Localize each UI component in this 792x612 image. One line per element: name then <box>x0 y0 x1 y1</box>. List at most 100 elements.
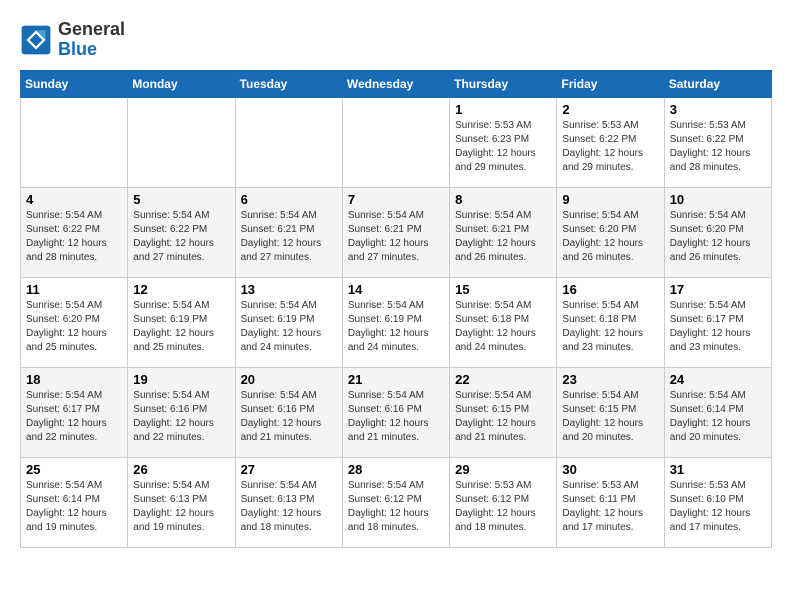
day-number: 12 <box>133 282 229 297</box>
weekday-header: Tuesday <box>235 70 342 97</box>
day-info: Sunrise: 5:54 AM Sunset: 6:17 PM Dayligh… <box>670 299 766 355</box>
day-info: Sunrise: 5:53 AM Sunset: 6:12 PM Dayligh… <box>455 479 551 535</box>
day-info: Sunrise: 5:54 AM Sunset: 6:19 PM Dayligh… <box>241 299 337 355</box>
calendar-cell: 26 Sunrise: 5:54 AM Sunset: 6:13 PM Dayli… <box>128 457 235 547</box>
day-number: 6 <box>241 192 337 207</box>
weekday-header: Monday <box>128 70 235 97</box>
calendar-cell <box>235 97 342 187</box>
day-number: 14 <box>348 282 444 297</box>
calendar-cell: 1Sunrise: 5:53 AM Sunset: 6:23 PM Daylig… <box>450 97 557 187</box>
day-info: Sunrise: 5:54 AM Sunset: 6:20 PM Dayligh… <box>562 209 658 265</box>
day-info: Sunrise: 5:54 AM Sunset: 6:19 PM Dayligh… <box>348 299 444 355</box>
day-info: Sunrise: 5:53 AM Sunset: 6:10 PM Dayligh… <box>670 479 766 535</box>
day-info: Sunrise: 5:54 AM Sunset: 6:22 PM Dayligh… <box>133 209 229 265</box>
day-info: Sunrise: 5:53 AM Sunset: 6:22 PM Dayligh… <box>562 119 658 175</box>
calendar-cell: 13 Sunrise: 5:54 AM Sunset: 6:19 PM Dayli… <box>235 277 342 367</box>
calendar-cell: 24Sunrise: 5:54 AM Sunset: 6:14 PM Dayli… <box>664 367 771 457</box>
day-number: 18 <box>26 372 122 387</box>
calendar-cell: 5Sunrise: 5:54 AM Sunset: 6:22 PM Daylig… <box>128 187 235 277</box>
day-number: 15 <box>455 282 551 297</box>
calendar-cell: 27 Sunrise: 5:54 AM Sunset: 6:13 PM Dayli… <box>235 457 342 547</box>
day-info: Sunrise: 5:54 AM Sunset: 6:13 PM Dayligh… <box>133 479 229 535</box>
day-info: Sunrise: 5:54 AM Sunset: 6:14 PM Dayligh… <box>26 479 122 535</box>
calendar-cell: 17 Sunrise: 5:54 AM Sunset: 6:17 PM Dayli… <box>664 277 771 367</box>
day-number: 22 <box>455 372 551 387</box>
calendar-week-row: 18 Sunrise: 5:54 AM Sunset: 6:17 PM Dayli… <box>21 367 772 457</box>
calendar-cell: 31 Sunrise: 5:53 AM Sunset: 6:10 PM Dayli… <box>664 457 771 547</box>
day-info: Sunrise: 5:53 AM Sunset: 6:22 PM Dayligh… <box>670 119 766 175</box>
day-info: Sunrise: 5:54 AM Sunset: 6:21 PM Dayligh… <box>241 209 337 265</box>
page-header: General Blue <box>20 20 772 60</box>
day-number: 29 <box>455 462 551 477</box>
calendar-cell: 12Sunrise: 5:54 AM Sunset: 6:19 PM Dayli… <box>128 277 235 367</box>
weekday-header: Friday <box>557 70 664 97</box>
day-info: Sunrise: 5:54 AM Sunset: 6:16 PM Dayligh… <box>133 389 229 445</box>
calendar-cell: 18 Sunrise: 5:54 AM Sunset: 6:17 PM Dayli… <box>21 367 128 457</box>
calendar-cell: 8 Sunrise: 5:54 AM Sunset: 6:21 PM Daylig… <box>450 187 557 277</box>
day-number: 25 <box>26 462 122 477</box>
calendar-cell: 4 Sunrise: 5:54 AM Sunset: 6:22 PM Daylig… <box>21 187 128 277</box>
day-number: 21 <box>348 372 444 387</box>
day-number: 27 <box>241 462 337 477</box>
day-info: Sunrise: 5:54 AM Sunset: 6:20 PM Dayligh… <box>670 209 766 265</box>
day-info: Sunrise: 5:54 AM Sunset: 6:12 PM Dayligh… <box>348 479 444 535</box>
day-number: 1 <box>455 102 551 117</box>
day-info: Sunrise: 5:54 AM Sunset: 6:20 PM Dayligh… <box>26 299 122 355</box>
calendar-cell: 2 Sunrise: 5:53 AM Sunset: 6:22 PM Daylig… <box>557 97 664 187</box>
logo-icon <box>20 24 52 56</box>
calendar-cell: 15 Sunrise: 5:54 AM Sunset: 6:18 PM Dayli… <box>450 277 557 367</box>
day-number: 19 <box>133 372 229 387</box>
calendar-cell: 16Sunrise: 5:54 AM Sunset: 6:18 PM Dayli… <box>557 277 664 367</box>
day-number: 31 <box>670 462 766 477</box>
logo: General Blue <box>20 20 125 60</box>
weekday-header: Thursday <box>450 70 557 97</box>
calendar-cell: 3 Sunrise: 5:53 AM Sunset: 6:22 PM Daylig… <box>664 97 771 187</box>
day-info: Sunrise: 5:54 AM Sunset: 6:21 PM Dayligh… <box>455 209 551 265</box>
day-number: 26 <box>133 462 229 477</box>
calendar-cell: 21 Sunrise: 5:54 AM Sunset: 6:16 PM Dayli… <box>342 367 449 457</box>
day-info: Sunrise: 5:53 AM Sunset: 6:11 PM Dayligh… <box>562 479 658 535</box>
calendar-week-row: 1Sunrise: 5:53 AM Sunset: 6:23 PM Daylig… <box>21 97 772 187</box>
day-info: Sunrise: 5:54 AM Sunset: 6:18 PM Dayligh… <box>455 299 551 355</box>
calendar-cell: 23 Sunrise: 5:54 AM Sunset: 6:15 PM Dayli… <box>557 367 664 457</box>
day-info: Sunrise: 5:54 AM Sunset: 6:22 PM Dayligh… <box>26 209 122 265</box>
calendar-cell: 10 Sunrise: 5:54 AM Sunset: 6:20 PM Dayli… <box>664 187 771 277</box>
calendar-week-row: 11Sunrise: 5:54 AM Sunset: 6:20 PM Dayli… <box>21 277 772 367</box>
calendar-cell <box>128 97 235 187</box>
calendar-week-row: 4 Sunrise: 5:54 AM Sunset: 6:22 PM Daylig… <box>21 187 772 277</box>
day-info: Sunrise: 5:54 AM Sunset: 6:21 PM Dayligh… <box>348 209 444 265</box>
logo-text: General Blue <box>58 20 125 60</box>
day-number: 28 <box>348 462 444 477</box>
day-number: 4 <box>26 192 122 207</box>
day-number: 30 <box>562 462 658 477</box>
day-number: 8 <box>455 192 551 207</box>
calendar-cell: 11Sunrise: 5:54 AM Sunset: 6:20 PM Dayli… <box>21 277 128 367</box>
weekday-header: Sunday <box>21 70 128 97</box>
day-number: 24 <box>670 372 766 387</box>
day-number: 3 <box>670 102 766 117</box>
day-number: 7 <box>348 192 444 207</box>
day-info: Sunrise: 5:54 AM Sunset: 6:15 PM Dayligh… <box>455 389 551 445</box>
calendar-cell: 25 Sunrise: 5:54 AM Sunset: 6:14 PM Dayli… <box>21 457 128 547</box>
day-info: Sunrise: 5:54 AM Sunset: 6:17 PM Dayligh… <box>26 389 122 445</box>
calendar-cell: 6 Sunrise: 5:54 AM Sunset: 6:21 PM Daylig… <box>235 187 342 277</box>
day-number: 16 <box>562 282 658 297</box>
calendar-cell: 19 Sunrise: 5:54 AM Sunset: 6:16 PM Dayli… <box>128 367 235 457</box>
day-info: Sunrise: 5:54 AM Sunset: 6:16 PM Dayligh… <box>348 389 444 445</box>
calendar-cell: 9 Sunrise: 5:54 AM Sunset: 6:20 PM Daylig… <box>557 187 664 277</box>
day-number: 23 <box>562 372 658 387</box>
day-number: 2 <box>562 102 658 117</box>
calendar-table: SundayMondayTuesdayWednesdayThursdayFrid… <box>20 70 772 548</box>
calendar-cell: 14 Sunrise: 5:54 AM Sunset: 6:19 PM Dayli… <box>342 277 449 367</box>
day-info: Sunrise: 5:54 AM Sunset: 6:15 PM Dayligh… <box>562 389 658 445</box>
weekday-header: Saturday <box>664 70 771 97</box>
day-number: 17 <box>670 282 766 297</box>
day-number: 10 <box>670 192 766 207</box>
day-number: 9 <box>562 192 658 207</box>
day-number: 13 <box>241 282 337 297</box>
day-info: Sunrise: 5:54 AM Sunset: 6:16 PM Dayligh… <box>241 389 337 445</box>
calendar-week-row: 25 Sunrise: 5:54 AM Sunset: 6:14 PM Dayli… <box>21 457 772 547</box>
calendar-cell: 29 Sunrise: 5:53 AM Sunset: 6:12 PM Dayli… <box>450 457 557 547</box>
header-row: SundayMondayTuesdayWednesdayThursdayFrid… <box>21 70 772 97</box>
day-info: Sunrise: 5:54 AM Sunset: 6:13 PM Dayligh… <box>241 479 337 535</box>
